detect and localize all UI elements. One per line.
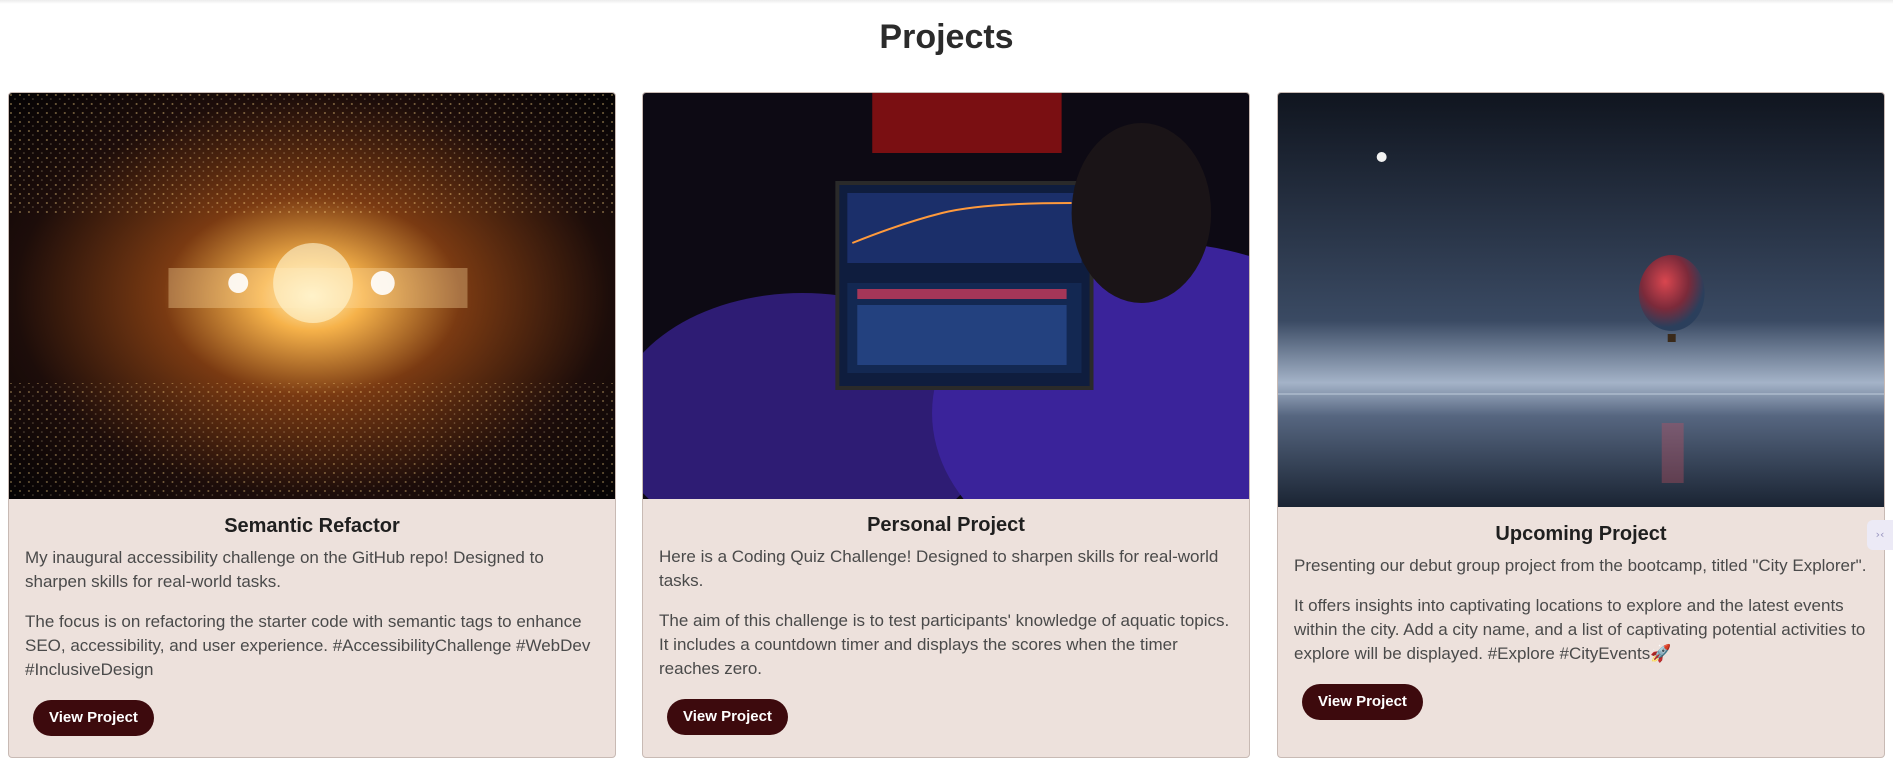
card-body: Personal Project Here is a Coding Quiz C… [643, 514, 1249, 735]
project-image [9, 93, 615, 499]
card-body: Upcoming Project Presenting our debut gr… [1278, 523, 1884, 720]
view-project-button[interactable]: View Project [1302, 684, 1423, 720]
card-details: The focus is on refactoring the starter … [25, 612, 591, 679]
card-title: Upcoming Project [1495, 523, 1667, 545]
project-image [1278, 93, 1884, 507]
card-description: Here is a Coding Quiz Challenge! Designe… [659, 547, 1219, 590]
card-title: Personal Project [867, 514, 1025, 536]
card-title: Semantic Refactor [224, 515, 400, 537]
project-card-upcoming-project: Upcoming Project Presenting our debut gr… [1277, 92, 1885, 758]
card-details: The aim of this challenge is to test par… [659, 611, 1230, 678]
project-image [643, 93, 1249, 499]
section-title: Projects [879, 18, 1014, 56]
card-body: Semantic Refactor My inaugural accessibi… [9, 515, 615, 736]
card-description: My inaugural accessibility challenge on … [25, 548, 544, 591]
card-description: Presenting our debut group project from … [1294, 556, 1867, 575]
side-widget-tab[interactable]: ›‹ [1867, 520, 1893, 550]
card-details: It offers insights into captivating loca… [1294, 596, 1866, 663]
view-project-button[interactable]: View Project [33, 700, 154, 736]
project-card-personal-project: Personal Project Here is a Coding Quiz C… [642, 92, 1250, 758]
view-project-button[interactable]: View Project [667, 699, 788, 735]
project-card-semantic-refactor: Semantic Refactor My inaugural accessibi… [8, 92, 616, 758]
header-shadow [0, 0, 1893, 4]
